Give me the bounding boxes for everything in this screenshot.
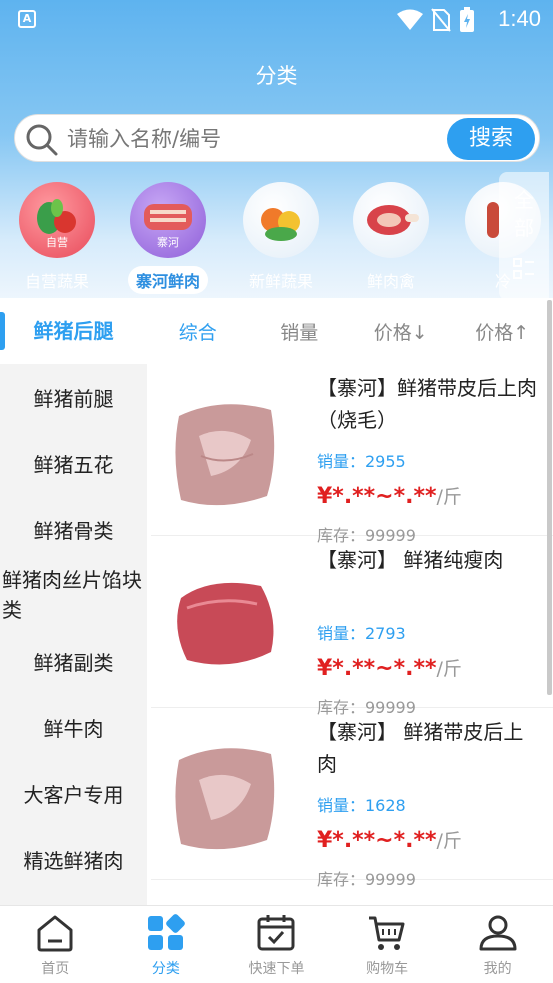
product-price: ¥*.**~*.**/斤: [317, 484, 462, 509]
sidebar-item[interactable]: 鲜猪副类: [0, 628, 147, 694]
tab-cart[interactable]: 购物车: [332, 906, 443, 983]
category-item-fresh-produce[interactable]: 新鲜蔬果: [228, 180, 334, 294]
produce-icon: [243, 182, 319, 258]
no-sim-icon: [431, 8, 451, 32]
sort-bar: 综合 销量 价格↓ 价格↑: [147, 298, 553, 364]
user-icon: [479, 915, 517, 951]
steak-icon: [353, 182, 429, 258]
product-stock: 库存：99999: [317, 870, 416, 889]
sidebar-item[interactable]: 精选鲜猪肉: [0, 826, 147, 892]
vegetable-icon: 自营: [19, 182, 95, 258]
battery-icon: [460, 7, 474, 32]
grid-list-icon: [513, 258, 534, 279]
product-name: 【寨河】 鲜猪带皮后上肉: [317, 720, 524, 776]
product-card[interactable]: 【寨河】鲜猪带皮后上肉（烧毛） 销量：2955 ¥*.**~*.**/斤 库存：…: [151, 364, 553, 545]
page-title: 分类: [255, 64, 298, 88]
product-name: 【寨河】鲜猪带皮后上肉（烧毛）: [317, 376, 537, 432]
product-sales: 销量：1628: [317, 796, 406, 815]
product-card[interactable]: 【寨河】 鲜猪纯瘦肉 销量：2793 ¥*.**~*.**/斤 库存：99999: [151, 536, 553, 717]
category-item-meat-poultry[interactable]: 鲜肉禽: [338, 180, 444, 294]
search-icon: [26, 124, 58, 156]
tab-category[interactable]: 分类: [111, 906, 222, 983]
sidebar-item[interactable]: 鲜牛肉: [0, 694, 147, 760]
wifi-icon: [397, 9, 423, 30]
status-bar: A 1:40: [0, 0, 553, 38]
meat-icon: 寨河: [130, 182, 206, 258]
product-image: [171, 396, 279, 512]
app-badge-icon: A: [18, 10, 36, 28]
sidebar-item[interactable]: 大客户专用: [0, 760, 147, 826]
search-button[interactable]: 搜索: [447, 118, 535, 160]
sidebar-item-active[interactable]: 鲜猪后腿: [0, 298, 147, 364]
status-icons: [397, 7, 475, 33]
product-image: [171, 740, 279, 856]
product-list: 【寨河】鲜猪带皮后上肉（烧毛） 销量：2955 ¥*.**~*.**/斤 库存：…: [147, 364, 553, 905]
product-image: [171, 568, 279, 684]
status-time: 1:40: [498, 6, 541, 31]
search-bar: 搜索: [14, 114, 540, 162]
product-name: 【寨河】 鲜猪纯瘦肉: [317, 548, 504, 572]
product-sales: 销量：2955: [317, 452, 406, 471]
category-sidebar: 鲜猪后腿 鲜猪前腿 鲜猪五花 鲜猪骨类 鲜猪肉丝片馅块类 鲜猪副类 鲜牛肉 大客…: [0, 298, 147, 905]
home-icon: [37, 915, 73, 952]
sidebar-item[interactable]: 鲜猪骨类: [0, 496, 147, 562]
sidebar-item[interactable]: 鲜猪肉丝片馅块类: [0, 562, 147, 628]
product-sales: 销量：2793: [317, 624, 406, 643]
all-categories-button[interactable]: 全 部: [499, 172, 549, 300]
category-strip: 自营 自营蔬果 寨河 寨河鲜肉 新鲜蔬果 鲜肉禽 冷: [0, 180, 553, 298]
sort-sales[interactable]: 销量: [249, 318, 351, 345]
tab-home[interactable]: 首页: [0, 906, 111, 983]
sort-price-asc[interactable]: 价格↑: [452, 318, 553, 345]
sidebar-item[interactable]: 鲜猪五花: [0, 430, 147, 496]
category-item-self-run[interactable]: 自营 自营蔬果: [4, 180, 110, 294]
product-card[interactable]: 【寨河】 鲜猪带皮后上肉 销量：1628 ¥*.**~*.**/斤 库存：999…: [151, 708, 553, 889]
list-scrollbar[interactable]: [547, 300, 552, 695]
search-input[interactable]: [67, 121, 447, 157]
category-item-zhaihe-pork[interactable]: 寨河 寨河鲜肉: [115, 180, 221, 294]
sort-comprehensive[interactable]: 综合: [147, 318, 249, 345]
calendar-check-icon: [257, 915, 295, 951]
sidebar-item[interactable]: 鲜猪前腿: [0, 364, 147, 430]
cart-icon: [369, 916, 405, 950]
tab-mine[interactable]: 我的: [442, 906, 553, 983]
tab-quick-order[interactable]: 快速下单: [221, 906, 332, 983]
bottom-tab-bar: 首页 分类 快速下单 购物车 我的: [0, 905, 553, 983]
product-price: ¥*.**~*.**/斤: [317, 828, 462, 853]
sort-price-desc[interactable]: 价格↓: [350, 318, 452, 345]
product-price: ¥*.**~*.**/斤: [317, 656, 462, 681]
category-icon: [147, 914, 185, 950]
